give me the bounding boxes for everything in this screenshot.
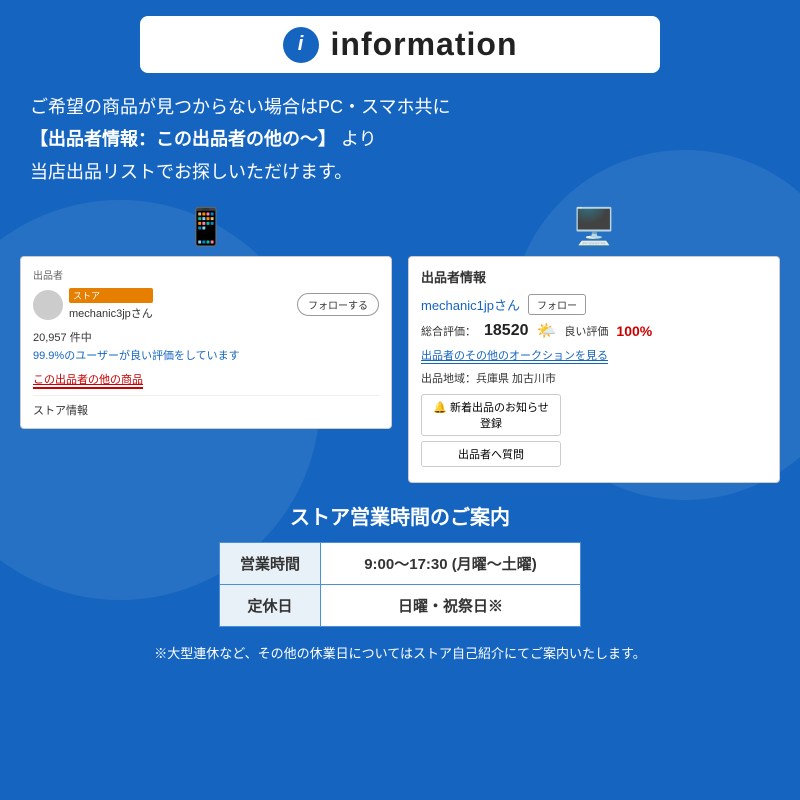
mobile-seller-info: ストア mechanic3jpさん — [33, 288, 153, 321]
mobile-card: 出品者 ストア mechanic3jpさん フォローする 20,957 件中 9… — [20, 256, 392, 429]
mobile-good-rate: 99.9%のユーザーが良い評価をしています — [33, 347, 379, 363]
page-title: information — [331, 26, 518, 63]
pc-follow-button[interactable]: フォロー — [528, 294, 586, 315]
store-badge: ストア — [69, 288, 153, 303]
mobile-follow-button[interactable]: フォローする — [297, 293, 379, 316]
pc-rating-row: 総合評価： 18520 🌤️ 良い評価 100% — [421, 321, 767, 341]
pc-rating-num: 18520 — [484, 322, 529, 340]
mobile-seller-name: mechanic3jpさん — [69, 308, 153, 320]
pc-auction-link[interactable]: 出品者のその他のオークションを見る — [421, 347, 608, 364]
avatar — [33, 290, 63, 320]
mobile-section-label: 出品者 — [33, 267, 379, 282]
mobile-stats: 20,957 件中 — [33, 329, 379, 345]
info-icon: i — [283, 27, 319, 63]
hours-row: 定休日日曜・祝祭日※ — [219, 585, 580, 627]
pc-rating-label: 総合評価： — [421, 323, 476, 339]
hours-label: 営業時間 — [219, 543, 320, 585]
sun-icon: 🌤️ — [537, 321, 557, 341]
intro-text: ご希望の商品が見つからない場合はPC・スマホ共に 【出品者情報：この出品者の他の… — [20, 91, 780, 188]
pc-good-label: 良い評価 — [564, 323, 608, 339]
header-box: i information — [140, 16, 660, 73]
pc-question-button[interactable]: 出品者へ質問 — [421, 441, 561, 467]
mobile-store-info: ストア情報 — [33, 395, 379, 418]
pc-section-title: 出品者情報 — [421, 267, 767, 286]
pc-card: 出品者情報 mechanic1jpさん フォロー 総合評価： 18520 🌤️ … — [408, 256, 780, 483]
hours-value: 9:00〜17:30 (月曜〜土曜) — [321, 543, 581, 585]
pc-icon: 🖥️ — [572, 206, 617, 248]
pc-notification-button[interactable]: 🔔 新着出品のお知らせ登録 — [421, 394, 561, 436]
hours-table: 営業時間9:00〜17:30 (月曜〜土曜)定休日日曜・祝祭日※ — [219, 542, 581, 627]
screenshots-row: 📱 出品者 ストア mechanic3jpさん フォローする 20,957 件中… — [20, 206, 780, 483]
store-hours-title: ストア営業時間のご案内 — [20, 501, 780, 530]
mobile-other-items-link[interactable]: この出品者の他の商品 — [33, 371, 143, 389]
mobile-column: 📱 出品者 ストア mechanic3jpさん フォローする 20,957 件中… — [20, 206, 392, 429]
pc-location: 出品地域：兵庫県 加古川市 — [421, 370, 767, 386]
hours-value: 日曜・祝祭日※ — [321, 585, 581, 627]
hours-row: 営業時間9:00〜17:30 (月曜〜土曜) — [219, 543, 580, 585]
pc-column: 🖥️ 出品者情報 mechanic1jpさん フォロー 総合評価： 18520 … — [408, 206, 780, 483]
mobile-seller-row: ストア mechanic3jpさん フォローする — [33, 288, 379, 321]
pc-seller-name: mechanic1jpさん — [421, 295, 520, 314]
store-hours-section: ストア営業時間のご案内 営業時間9:00〜17:30 (月曜〜土曜)定休日日曜・… — [20, 501, 780, 627]
pc-seller-row: mechanic1jpさん フォロー — [421, 294, 767, 315]
pc-good-pct: 100% — [616, 323, 652, 339]
footer-note: ※大型連休など、その他の休業日についてはストア自己紹介にてご案内いたします。 — [20, 643, 780, 662]
mobile-icon: 📱 — [184, 206, 229, 248]
hours-label: 定休日 — [219, 585, 320, 627]
mobile-seller-name-block: ストア mechanic3jpさん — [69, 288, 153, 321]
